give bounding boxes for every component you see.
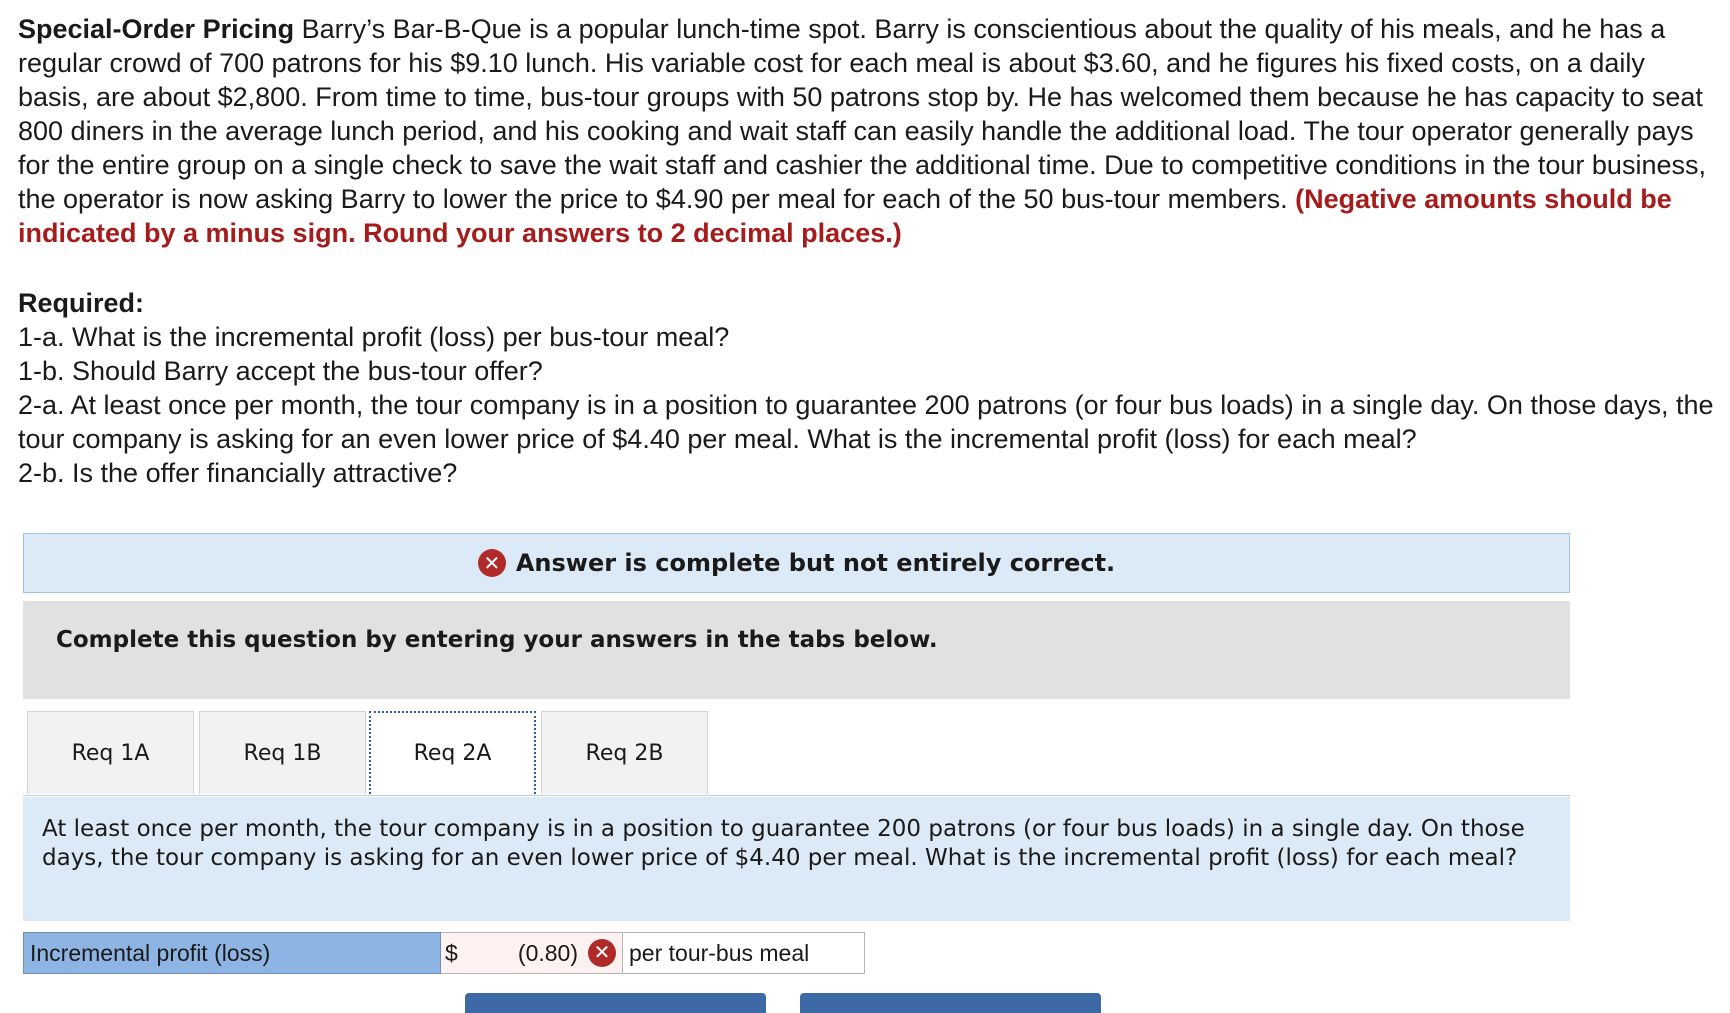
required-title: Required: — [18, 288, 145, 318]
incorrect-icon: ✕ — [588, 939, 616, 967]
tab-divider — [23, 795, 1570, 796]
required-item-2b: 2-b. Is the offer financially attractive… — [18, 458, 458, 488]
required-section: Required: 1-a. What is the incremental p… — [18, 286, 1718, 490]
x-circle-icon: ✕ — [477, 549, 506, 577]
answer-unit: per tour-bus meal — [623, 932, 865, 974]
result-banner: ✕ Answer is complete but not entirely co… — [23, 533, 1570, 593]
tab-req-2a[interactable]: Req 2A — [369, 711, 536, 794]
problem-title: Special-Order Pricing — [18, 14, 295, 44]
next-button[interactable] — [800, 993, 1101, 1013]
instructions-text: Complete this question by entering your … — [56, 627, 938, 653]
tab-req-1a[interactable]: Req 1A — [27, 711, 194, 794]
incremental-profit-input[interactable]: $ (0.80) ✕ — [441, 932, 623, 974]
answer-label: Incremental profit (loss) — [23, 932, 441, 974]
prev-button[interactable] — [465, 993, 766, 1013]
tab-bar: Req 1A Req 1B Req 2A Req 2B — [23, 699, 1570, 797]
problem-statement: Special-Order Pricing Barry’s Bar-B-Que … — [18, 12, 1718, 250]
required-item-1b: 1-b. Should Barry accept the bus-tour of… — [18, 356, 543, 386]
tab-req-1b[interactable]: Req 1B — [199, 711, 366, 794]
required-item-2a: 2-a. At least once per month, the tour c… — [18, 390, 1714, 454]
question-panel: At least once per month, the tour compan… — [23, 797, 1570, 921]
instructions-panel: Complete this question by entering your … — [23, 601, 1570, 699]
question-text: At least once per month, the tour compan… — [42, 816, 1525, 871]
answer-value: (0.80) — [517, 939, 578, 966]
answer-row: Incremental profit (loss) $ (0.80) ✕ per… — [23, 932, 865, 974]
result-banner-text: Answer is complete but not entirely corr… — [515, 549, 1116, 577]
currency-symbol: $ — [445, 939, 458, 966]
tab-req-2b[interactable]: Req 2B — [541, 711, 708, 794]
required-item-1a: 1-a. What is the incremental profit (los… — [18, 322, 730, 352]
